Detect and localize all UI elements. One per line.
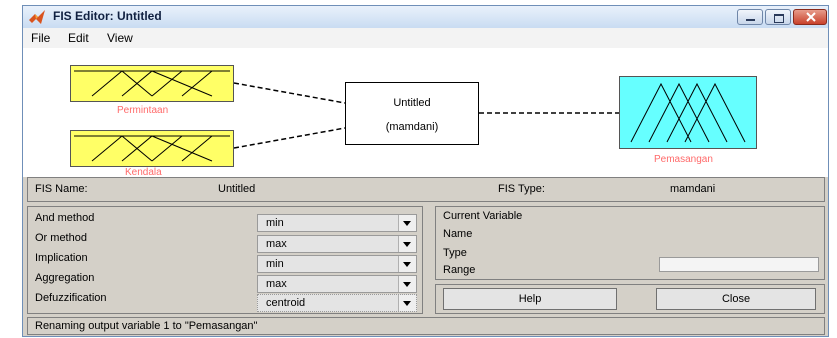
and-method-value: min — [266, 217, 284, 229]
range-label: Range — [443, 264, 476, 276]
status-bar: Renaming output variable 1 to "Pemasanga… — [27, 317, 825, 335]
close-icon — [806, 12, 816, 22]
status-text: Renaming output variable 1 to "Pemasanga… — [35, 320, 258, 332]
menu-file[interactable]: File — [31, 31, 50, 45]
maximize-icon — [774, 14, 784, 23]
implication-label: Implication — [35, 252, 88, 264]
fis-name-label: FIS Name: — [35, 183, 88, 195]
defuzzification-select[interactable]: centroid — [257, 294, 417, 312]
fis-info-panel: FIS Name: Untitled FIS Type: mamdani — [27, 177, 825, 202]
fis-editor-window: FIS Editor: Untitled File Edit View Perm… — [22, 5, 829, 337]
output-label-pemasangan: Pemasangan — [654, 154, 713, 165]
fis-type-value: mamdani — [670, 183, 716, 195]
fis-diagram: Permintaan Kendala Untitled (mamdani) Pe… — [23, 48, 828, 178]
implication-value: min — [266, 258, 284, 270]
input-mf-permintaan[interactable] — [70, 65, 234, 102]
and-method-select[interactable]: min — [257, 214, 417, 232]
type-label: Type — [443, 247, 467, 259]
system-name: Untitled — [393, 97, 431, 109]
output-mf-pemasangan[interactable] — [619, 76, 757, 149]
title-bar: FIS Editor: Untitled — [23, 6, 828, 28]
aggregation-label: Aggregation — [35, 272, 95, 284]
variable-name-field[interactable] — [659, 257, 819, 272]
close-window-button[interactable] — [793, 9, 827, 25]
fis-system-block[interactable]: Untitled (mamdani) — [345, 82, 479, 145]
chevron-down-icon — [398, 256, 416, 272]
fis-name-value: Untitled — [218, 183, 256, 195]
aggregation-select[interactable]: max — [257, 275, 417, 293]
chevron-down-icon — [398, 215, 416, 231]
defuzzification-label: Defuzzification — [35, 292, 107, 304]
matlab-icon — [29, 10, 45, 24]
name-label: Name — [443, 228, 473, 240]
fis-type-label: FIS Type: — [498, 183, 545, 195]
minimize-icon — [746, 19, 755, 21]
methods-panel: And method min Or method max Implication… — [27, 206, 423, 314]
menu-edit[interactable]: Edit — [68, 31, 89, 45]
input-label-permintaan: Permintaan — [117, 105, 169, 116]
maximize-button[interactable] — [765, 9, 791, 25]
or-method-value: max — [266, 238, 287, 250]
implication-select[interactable]: min — [257, 255, 417, 273]
chevron-down-icon — [398, 236, 416, 252]
aggregation-value: max — [266, 278, 287, 290]
system-type: (mamdani) — [385, 121, 439, 133]
menu-view[interactable]: View — [107, 31, 133, 45]
input-mf-kendala[interactable] — [70, 130, 234, 167]
or-method-label: Or method — [35, 232, 87, 244]
and-method-label: And method — [35, 212, 95, 224]
or-method-select[interactable]: max — [257, 235, 417, 253]
defuzzification-value: centroid — [266, 297, 306, 309]
minimize-button[interactable] — [737, 9, 763, 25]
chevron-down-icon — [398, 276, 416, 292]
window-title: FIS Editor: Untitled — [53, 9, 162, 23]
help-button[interactable]: Help — [443, 288, 617, 310]
menu-bar: File Edit View — [23, 28, 828, 48]
current-variable-title: Current Variable — [443, 210, 523, 222]
close-button[interactable]: Close — [656, 288, 816, 310]
chevron-down-icon — [398, 295, 416, 311]
